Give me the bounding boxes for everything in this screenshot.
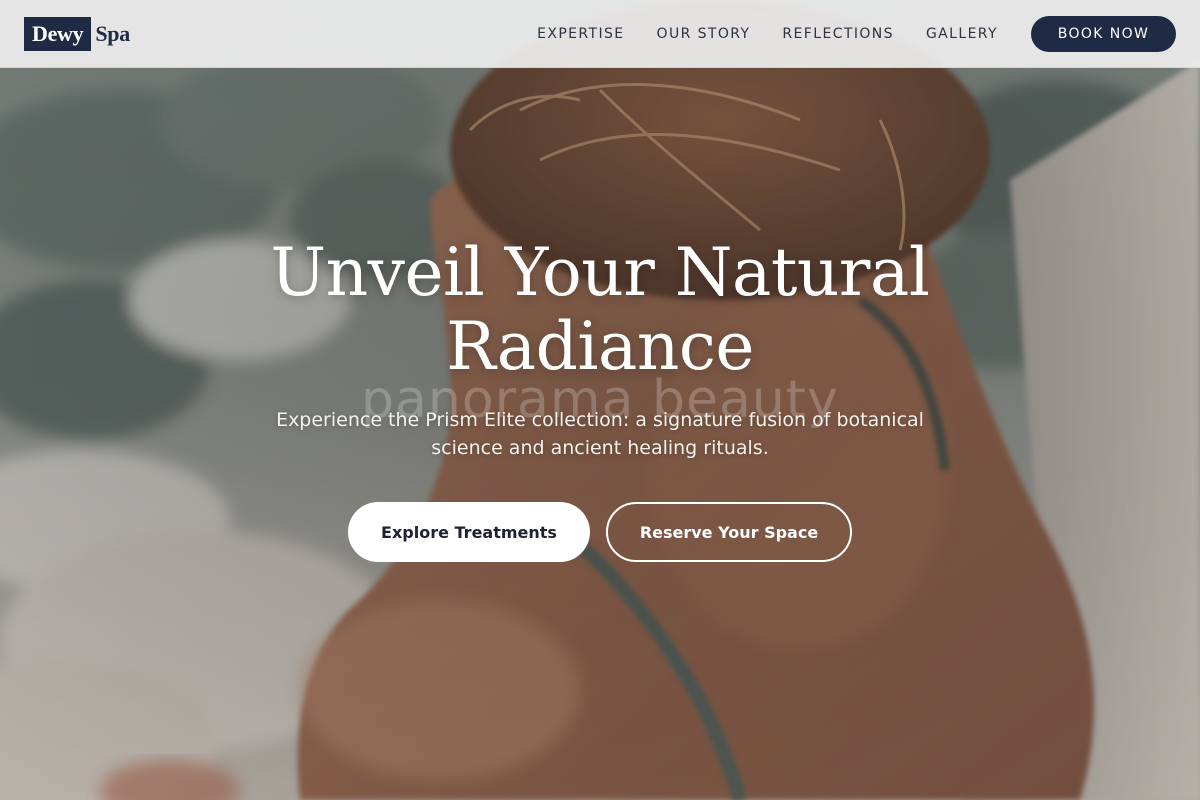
hero-title: Unveil Your Natural Radiance xyxy=(200,236,1000,384)
nav-item-reflections[interactable]: REFLECTIONS xyxy=(782,26,894,42)
site-header: Dewy Spa EXPERTISE OUR STORY REFLECTIONS… xyxy=(0,0,1200,68)
logo-text: Spa xyxy=(95,21,130,46)
nav-item-gallery[interactable]: GALLERY xyxy=(926,26,998,42)
logo-mark: Dewy xyxy=(24,17,92,51)
hero-subtitle: Experience the Prism Elite collection: a… xyxy=(276,409,924,459)
nav-item-expertise[interactable]: EXPERTISE xyxy=(537,26,624,42)
nav-item-our-story[interactable]: OUR STORY xyxy=(657,26,751,42)
reserve-your-space-button[interactable]: Reserve Your Space xyxy=(606,502,852,562)
book-now-button[interactable]: BOOK NOW xyxy=(1031,16,1176,52)
logo[interactable]: Dewy Spa xyxy=(24,17,130,51)
main-nav: EXPERTISE OUR STORY REFLECTIONS GALLERY xyxy=(537,0,998,68)
hero-title-line-1: Unveil Your Natural xyxy=(270,234,930,311)
explore-treatments-button[interactable]: Explore Treatments xyxy=(348,502,590,562)
